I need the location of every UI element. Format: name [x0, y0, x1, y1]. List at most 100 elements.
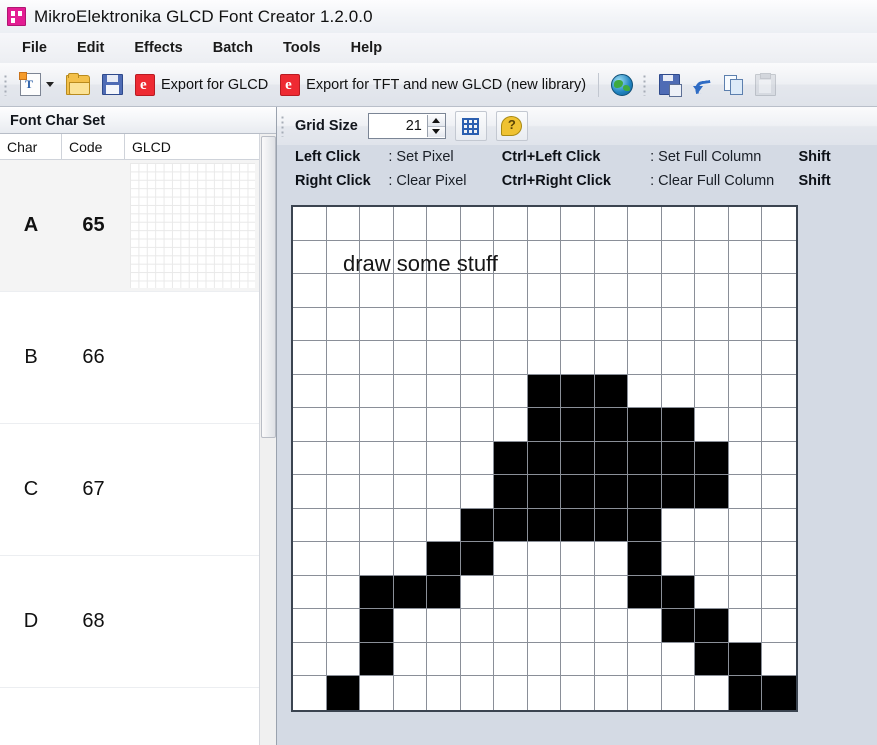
pixel-cell-9-8[interactable]	[561, 508, 595, 542]
pixel-cell-8-4[interactable]	[427, 475, 461, 509]
grid-size-stepper[interactable]	[367, 113, 446, 139]
pixel-cell-9-13[interactable]	[728, 508, 762, 542]
pixel-cell-5-12[interactable]	[695, 374, 729, 408]
open-file-button[interactable]	[61, 69, 95, 101]
pixel-cell-7-5[interactable]	[460, 441, 494, 475]
pixel-cell-1-5[interactable]	[460, 240, 494, 274]
pixel-cell-12-6[interactable]	[494, 609, 528, 643]
pixel-cell-8-7[interactable]	[527, 475, 561, 509]
web-link-button[interactable]	[606, 69, 638, 101]
pixel-cell-14-2[interactable]	[360, 676, 394, 710]
pixel-cell-4-1[interactable]	[326, 341, 360, 375]
column-header-glcd[interactable]: GLCD	[125, 134, 276, 159]
pixel-cell-1-12[interactable]	[695, 240, 729, 274]
pixel-cell-2-14[interactable]	[762, 274, 796, 308]
menu-item-batch[interactable]: Batch	[203, 37, 263, 59]
pixel-cell-13-13[interactable]	[728, 642, 762, 676]
pixel-cell-6-10[interactable]	[628, 408, 662, 442]
scrollbar-thumb[interactable]	[261, 136, 276, 438]
pixel-cell-3-14[interactable]	[762, 307, 796, 341]
vertical-scrollbar[interactable]	[259, 134, 276, 745]
pixel-cell-12-7[interactable]	[527, 609, 561, 643]
pixel-cell-4-13[interactable]	[728, 341, 762, 375]
pixel-cell-9-3[interactable]	[393, 508, 427, 542]
pixel-cell-14-5[interactable]	[460, 676, 494, 710]
pixel-cell-13-2[interactable]	[360, 642, 394, 676]
pixel-cell-2-0[interactable]	[293, 274, 327, 308]
pixel-cell-7-10[interactable]	[628, 441, 662, 475]
pixel-cell-5-6[interactable]	[494, 374, 528, 408]
pixel-cell-14-13[interactable]	[728, 676, 762, 710]
pixel-cell-12-13[interactable]	[728, 609, 762, 643]
pixel-cell-10-7[interactable]	[527, 542, 561, 576]
pixel-cell-3-3[interactable]	[393, 307, 427, 341]
pixel-cell-7-1[interactable]	[326, 441, 360, 475]
pixel-cell-0-13[interactable]	[728, 207, 762, 241]
grid-toggle-button[interactable]	[454, 111, 487, 141]
grid-toolbar-grip-handle[interactable]	[281, 115, 286, 137]
pixel-cell-13-5[interactable]	[460, 642, 494, 676]
pixel-cell-7-6[interactable]	[494, 441, 528, 475]
pixel-cell-6-9[interactable]	[594, 408, 628, 442]
pixel-cell-4-10[interactable]	[628, 341, 662, 375]
pixel-cell-6-11[interactable]	[661, 408, 695, 442]
pixel-cell-8-9[interactable]	[594, 475, 628, 509]
pixel-cell-3-10[interactable]	[628, 307, 662, 341]
pixel-cell-1-6[interactable]	[494, 240, 528, 274]
pixel-cell-0-4[interactable]	[427, 207, 461, 241]
save-file-button[interactable]	[97, 69, 128, 101]
pixel-cell-13-8[interactable]	[561, 642, 595, 676]
pixel-cell-12-10[interactable]	[628, 609, 662, 643]
pixel-cell-8-10[interactable]	[628, 475, 662, 509]
pixel-cell-14-1[interactable]	[326, 676, 360, 710]
pixel-cell-5-13[interactable]	[728, 374, 762, 408]
pixel-cell-1-3[interactable]	[393, 240, 427, 274]
undo-button[interactable]	[687, 69, 717, 101]
new-font-button[interactable]	[15, 69, 59, 101]
pixel-cell-12-9[interactable]	[594, 609, 628, 643]
pixel-cell-3-11[interactable]	[661, 307, 695, 341]
copy-button[interactable]	[719, 69, 748, 101]
pixel-cell-10-5[interactable]	[460, 542, 494, 576]
pixel-cell-14-11[interactable]	[661, 676, 695, 710]
pixel-cell-6-5[interactable]	[460, 408, 494, 442]
pixel-cell-1-9[interactable]	[594, 240, 628, 274]
pixel-cell-8-5[interactable]	[460, 475, 494, 509]
pixel-cell-6-8[interactable]	[561, 408, 595, 442]
pixel-cell-12-3[interactable]	[393, 609, 427, 643]
pixel-cell-10-13[interactable]	[728, 542, 762, 576]
pixel-cell-11-3[interactable]	[393, 575, 427, 609]
pixel-cell-13-10[interactable]	[628, 642, 662, 676]
pixel-cell-10-6[interactable]	[494, 542, 528, 576]
pixel-cell-2-9[interactable]	[594, 274, 628, 308]
pixel-cell-6-3[interactable]	[393, 408, 427, 442]
pixel-cell-4-3[interactable]	[393, 341, 427, 375]
pixel-cell-6-14[interactable]	[762, 408, 796, 442]
pixel-cell-11-7[interactable]	[527, 575, 561, 609]
pixel-cell-4-4[interactable]	[427, 341, 461, 375]
pixel-cell-12-1[interactable]	[326, 609, 360, 643]
pixel-cell-14-8[interactable]	[561, 676, 595, 710]
pixel-cell-1-0[interactable]	[293, 240, 327, 274]
pixel-cell-9-12[interactable]	[695, 508, 729, 542]
pixel-cell-2-7[interactable]	[527, 274, 561, 308]
pixel-cell-8-6[interactable]	[494, 475, 528, 509]
table-row[interactable]: D 68	[0, 556, 276, 688]
menu-item-tools[interactable]: Tools	[273, 37, 331, 59]
pixel-cell-9-10[interactable]	[628, 508, 662, 542]
pixel-cell-5-9[interactable]	[594, 374, 628, 408]
pixel-cell-12-0[interactable]	[293, 609, 327, 643]
pixel-cell-1-1[interactable]	[326, 240, 360, 274]
pixel-cell-2-10[interactable]	[628, 274, 662, 308]
pixel-cell-7-13[interactable]	[728, 441, 762, 475]
pixel-cell-7-9[interactable]	[594, 441, 628, 475]
pixel-cell-12-14[interactable]	[762, 609, 796, 643]
pixel-cell-13-7[interactable]	[527, 642, 561, 676]
pixel-cell-5-2[interactable]	[360, 374, 394, 408]
pixel-cell-11-14[interactable]	[762, 575, 796, 609]
pixel-cell-1-14[interactable]	[762, 240, 796, 274]
pixel-cell-11-1[interactable]	[326, 575, 360, 609]
pixel-cell-1-10[interactable]	[628, 240, 662, 274]
pixel-cell-0-9[interactable]	[594, 207, 628, 241]
pixel-cell-8-1[interactable]	[326, 475, 360, 509]
